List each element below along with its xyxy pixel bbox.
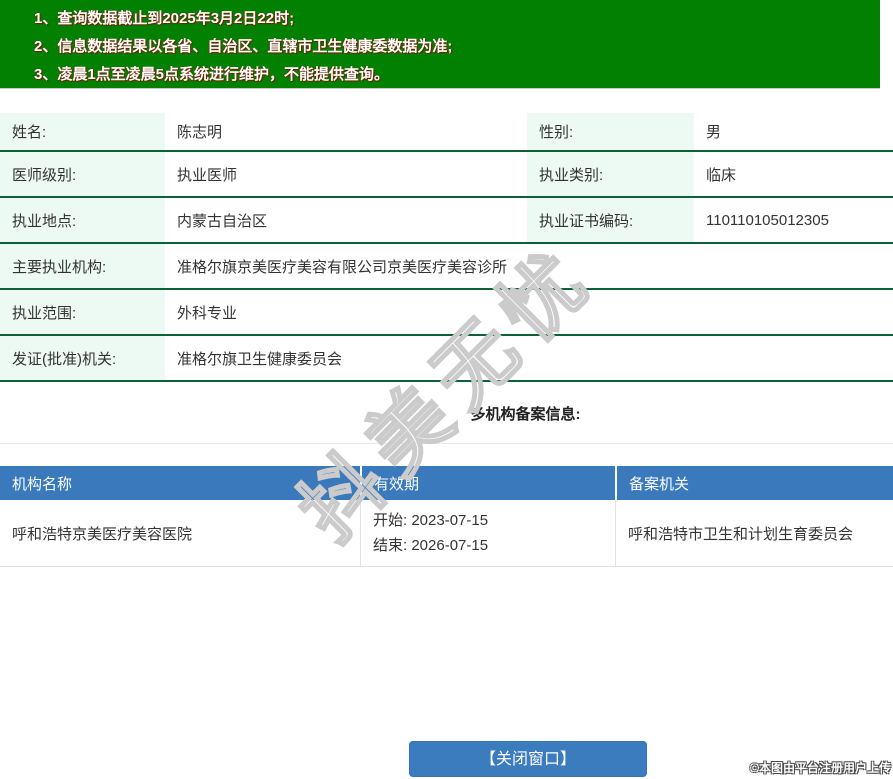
notice-line-3: 3、凌晨1点至凌晨5点系统进行维护，不能提供查询。: [0, 61, 880, 89]
practice-scope-value: 外科专业: [165, 290, 893, 334]
doctor-info-table: 姓名: 陈志明 性别: 男 医师级别: 执业医师 执业类别: 临床 执业地点: …: [0, 113, 893, 382]
multi-institution-section: 多机构备案信息:: [0, 382, 893, 444]
filing-table-row: 呼和浩特京美医疗美容医院 开始: 2023-07-15 结束: 2026-07-…: [0, 500, 893, 567]
notice-bold-text: 凌晨1点至凌晨5点: [57, 66, 180, 83]
doctor-level-value: 执业医师: [165, 152, 527, 196]
filing-table: 机构名称 有效期 备案机关 呼和浩特京美医疗美容医院 开始: 2023-07-1…: [0, 466, 893, 567]
org-name-header: 机构名称: [12, 475, 73, 493]
table-row: 医师级别: 执业医师 执业类别: 临床: [0, 152, 893, 198]
practice-location-value: 内蒙古自治区: [165, 198, 527, 242]
gender-value: 男: [694, 113, 893, 150]
practice-category-value: 临床: [694, 152, 893, 196]
table-row: 执业范围: 外科专业: [0, 290, 893, 336]
validity-start: 开始: 2023-07-15: [373, 512, 489, 529]
notice-line-2: 2、信息数据结果以各省、自治区、直辖市卫生健康委数据为准;: [0, 33, 880, 61]
org-name-value: 呼和浩特京美医疗美容医院: [12, 525, 193, 543]
table-row: 主要执业机构: 准格尔旗京美医疗美容有限公司京美医疗美容诊所: [0, 244, 893, 290]
notice-text: 3、: [34, 66, 58, 83]
validity-value: 开始: 2023-07-15 结束: 2026-07-15: [360, 500, 615, 566]
filing-table-header: 机构名称 有效期 备案机关: [0, 466, 893, 500]
name-value: 陈志明: [165, 113, 527, 150]
notice-text: 系统进行维护，不能提供查询。: [179, 66, 390, 83]
notice-text: 1、查询数据截止到: [34, 10, 163, 27]
certificate-number-value: 110110105012305: [694, 198, 893, 242]
copyright-watermark: ©本图由平台注册用户上传: [750, 761, 891, 775]
filing-authority-value: 呼和浩特市卫生和计划生育委员会: [615, 500, 893, 566]
table-row: 发证(批准)机关: 准格尔旗卫生健康委员会: [0, 336, 893, 382]
notice-bold-text: 2025年3月2日22时: [162, 10, 290, 27]
practice-location-label: 执业地点:: [0, 198, 165, 242]
close-window-button[interactable]: 【关闭窗口】: [409, 741, 647, 777]
notice-banner: 1、查询数据截止到2025年3月2日22时; 2、信息数据结果以各省、自治区、直…: [0, 0, 880, 89]
main-institution-label: 主要执业机构:: [0, 244, 165, 288]
filing-authority-header: 备案机关: [615, 466, 893, 500]
main-institution-value: 准格尔旗京美医疗美容有限公司京美医疗美容诊所: [165, 244, 893, 288]
notice-line-1: 1、查询数据截止到2025年3月2日22时;: [0, 5, 880, 33]
notice-text: 2、信息数据结果以各省、自治区、直辖市卫生健康委数据为准;: [34, 38, 453, 55]
certificate-number-label: 执业证书编码:: [527, 198, 694, 242]
notice-text: ;: [289, 10, 295, 27]
doctor-level-label: 医师级别:: [0, 152, 165, 196]
practice-category-label: 执业类别:: [527, 152, 694, 196]
name-label: 姓名:: [0, 113, 165, 150]
table-row: 执业地点: 内蒙古自治区 执业证书编码: 110110105012305: [0, 198, 893, 244]
gender-label: 性别:: [527, 113, 694, 150]
practice-scope-label: 执业范围:: [0, 290, 165, 334]
issuing-authority-label: 发证(批准)机关:: [0, 336, 165, 380]
issuing-authority-value: 准格尔旗卫生健康委员会: [165, 336, 893, 380]
section-title: 多机构备案信息:: [470, 406, 581, 423]
table-row: 姓名: 陈志明 性别: 男: [0, 113, 893, 152]
validity-end: 结束: 2026-07-15: [373, 537, 489, 554]
validity-header: 有效期: [360, 466, 615, 500]
